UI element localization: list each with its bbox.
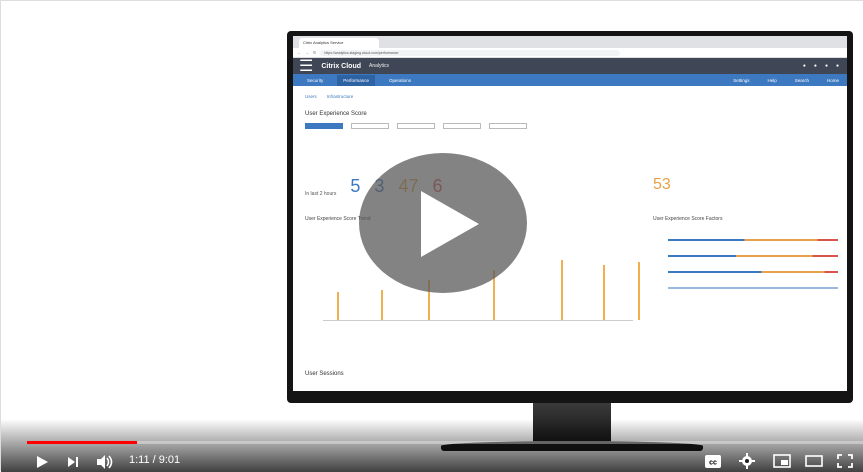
nav-search: Search xyxy=(794,77,809,83)
filter-button xyxy=(397,123,435,129)
sessions-title: User Sessions xyxy=(305,371,344,377)
progress-fill xyxy=(27,441,137,444)
chart-bar xyxy=(638,262,640,320)
captions-button[interactable]: cc xyxy=(705,455,721,468)
subtab-infrastructure: Infrastructure xyxy=(326,94,354,99)
svg-text:cc: cc xyxy=(709,460,717,467)
nav-home: Home xyxy=(826,77,839,83)
volume-icon xyxy=(97,455,113,469)
large-play-button[interactable] xyxy=(359,153,527,293)
subtabs: Users Infrastructure xyxy=(293,86,847,107)
factor-line xyxy=(668,271,838,273)
factors-chart xyxy=(668,231,838,301)
fullscreen-icon xyxy=(837,454,853,468)
stat-total: 5 xyxy=(350,176,361,196)
play-icon xyxy=(421,191,479,257)
chart-bar xyxy=(603,265,605,320)
browser-url: https://analytics-staging.cloud.com/perf… xyxy=(320,49,621,56)
filter-buttons xyxy=(293,121,847,131)
theater-button[interactable] xyxy=(805,455,823,467)
back-icon: ← xyxy=(297,50,301,55)
video-frame[interactable]: Citrix Analytics Service ← → ↻ https://a… xyxy=(1,1,863,472)
fullscreen-button[interactable] xyxy=(837,454,853,468)
miniplayer-button[interactable] xyxy=(773,454,791,468)
header-icons: ● ● ● ● xyxy=(802,63,839,69)
time-display: 1:11 / 9:01 xyxy=(129,454,181,466)
section-title: User Experience Score xyxy=(305,111,367,117)
forward-icon: → xyxy=(305,50,309,55)
menu-icon: ☰ xyxy=(299,58,314,75)
factors-chart-title: User Experience Score Factors xyxy=(653,216,723,222)
next-button[interactable] xyxy=(67,456,79,468)
brand-sub: Analytics xyxy=(369,63,390,69)
settings-button[interactable] xyxy=(739,453,755,469)
nav-help: Help xyxy=(767,77,777,83)
theater-icon xyxy=(805,455,823,467)
filter-button xyxy=(305,123,343,129)
next-icon xyxy=(68,457,78,467)
browser-tab: Citrix Analytics Service xyxy=(299,38,379,48)
browser-address-bar: ← → ↻ https://analytics-staging.cloud.co… xyxy=(293,48,847,58)
play-icon xyxy=(37,456,48,468)
filter-button xyxy=(489,123,527,129)
chart-bar xyxy=(381,290,383,320)
captions-icon: cc xyxy=(705,455,721,468)
brand-name: Citrix Cloud xyxy=(321,62,362,70)
play-button[interactable] xyxy=(35,455,49,469)
miniplayer-icon xyxy=(773,454,791,468)
filter-button xyxy=(351,123,389,129)
factor-line xyxy=(668,239,838,241)
chart-bar xyxy=(337,292,339,320)
filter-button xyxy=(443,123,481,129)
nav-performance: Performance xyxy=(337,74,376,86)
app-header: ☰ Citrix Cloud Analytics ● ● ● ● xyxy=(293,58,847,75)
app-navbar: Security Performance Operations Settings… xyxy=(293,74,847,86)
factor-line xyxy=(668,287,838,289)
nav-security: Security xyxy=(307,77,324,83)
nav-settings: Settings xyxy=(733,77,750,83)
gear-icon xyxy=(739,453,755,469)
subtab-users: Users xyxy=(305,94,317,99)
ux-score-value: 53 xyxy=(653,176,671,193)
browser-tabbar: Citrix Analytics Service xyxy=(293,36,847,48)
video-player[interactable]: Citrix Analytics Service ← → ↻ https://a… xyxy=(0,0,863,472)
volume-button[interactable] xyxy=(96,454,114,470)
nav-operations: Operations xyxy=(389,77,412,83)
reload-icon: ↻ xyxy=(313,50,317,55)
factor-line xyxy=(668,255,838,257)
chart-bar xyxy=(561,260,563,320)
progress-bar[interactable] xyxy=(27,441,863,444)
stats-label: In last 2 hours xyxy=(305,191,337,197)
